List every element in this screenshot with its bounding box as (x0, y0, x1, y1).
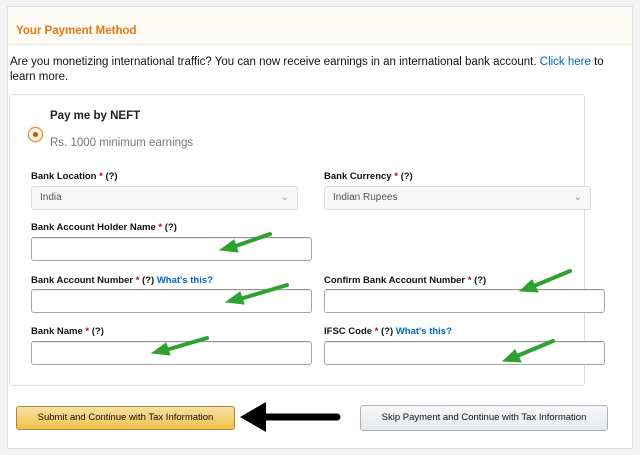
help-tooltip-icon[interactable]: (?) (474, 275, 486, 286)
option-title: Pay me by NEFT (50, 110, 141, 122)
help-tooltip-icon[interactable]: (?) (381, 326, 393, 337)
help-tooltip-icon[interactable]: (?) (142, 275, 154, 286)
skip-payment-button[interactable]: Skip Payment and Continue with Tax Infor… (360, 405, 608, 431)
bank-name-label: Bank Name * (?) (31, 326, 104, 337)
ifsc-label: IFSC Code * (?) What's this? (324, 326, 452, 337)
bank-currency-value: Indian Rupees (333, 192, 398, 203)
confirm-account-label-text: Confirm Bank Account Number (324, 275, 466, 286)
confirm-account-label: Confirm Bank Account Number * (?) (324, 275, 486, 286)
account-number-input[interactable] (31, 289, 312, 313)
bank-location-select[interactable]: India ⌄ (31, 186, 298, 210)
help-tooltip-icon[interactable]: (?) (92, 326, 104, 337)
required-marker: * (158, 222, 163, 233)
bank-name-input[interactable] (31, 341, 312, 365)
whats-this-link[interactable]: What's this? (157, 275, 213, 286)
click-here-link[interactable]: Click here (540, 56, 591, 68)
bank-currency-select[interactable]: Indian Rupees ⌄ (324, 186, 591, 210)
ifsc-label-text: IFSC Code (324, 326, 373, 337)
bank-name-label-text: Bank Name (31, 326, 83, 337)
chevron-down-icon: ⌄ (573, 192, 582, 203)
holder-name-label: Bank Account Holder Name * (?) (31, 222, 177, 233)
holder-name-input[interactable] (31, 237, 312, 261)
ifsc-input[interactable] (324, 341, 605, 365)
required-marker: * (135, 275, 140, 286)
required-marker: * (374, 326, 379, 337)
bank-currency-label: Bank Currency * (?) (324, 171, 413, 182)
help-tooltip-icon[interactable]: (?) (105, 171, 117, 182)
bank-location-value: India (40, 192, 62, 203)
bank-location-label: Bank Location * (?) (31, 171, 118, 182)
radio-selected-dot (33, 132, 38, 137)
neft-radio-button[interactable] (28, 127, 43, 142)
required-marker: * (99, 171, 103, 182)
intro-text-body: Are you monetizing international traffic… (10, 56, 540, 68)
help-tooltip-icon[interactable]: (?) (165, 222, 177, 233)
option-subtitle: Rs. 1000 minimum earnings (50, 137, 194, 149)
help-tooltip-icon[interactable]: (?) (401, 171, 413, 182)
bank-currency-label-text: Bank Currency (324, 171, 392, 182)
account-number-label: Bank Account Number * (?) What's this? (31, 275, 213, 286)
required-marker: * (85, 326, 90, 337)
confirm-account-input[interactable] (324, 289, 605, 313)
required-marker: * (394, 171, 398, 182)
account-number-label-text: Bank Account Number (31, 275, 134, 286)
required-marker: * (467, 275, 472, 286)
intro-text: Are you monetizing international traffic… (10, 55, 616, 85)
panel-title: Your Payment Method (16, 25, 137, 37)
panel-header: Your Payment Method (8, 7, 632, 45)
holder-name-label-text: Bank Account Holder Name (31, 222, 156, 233)
submit-continue-button[interactable]: Submit and Continue with Tax Information (16, 406, 235, 430)
whats-this-link[interactable]: What's this? (396, 326, 452, 337)
bank-location-label-text: Bank Location (31, 171, 97, 182)
chevron-down-icon: ⌄ (280, 192, 289, 203)
